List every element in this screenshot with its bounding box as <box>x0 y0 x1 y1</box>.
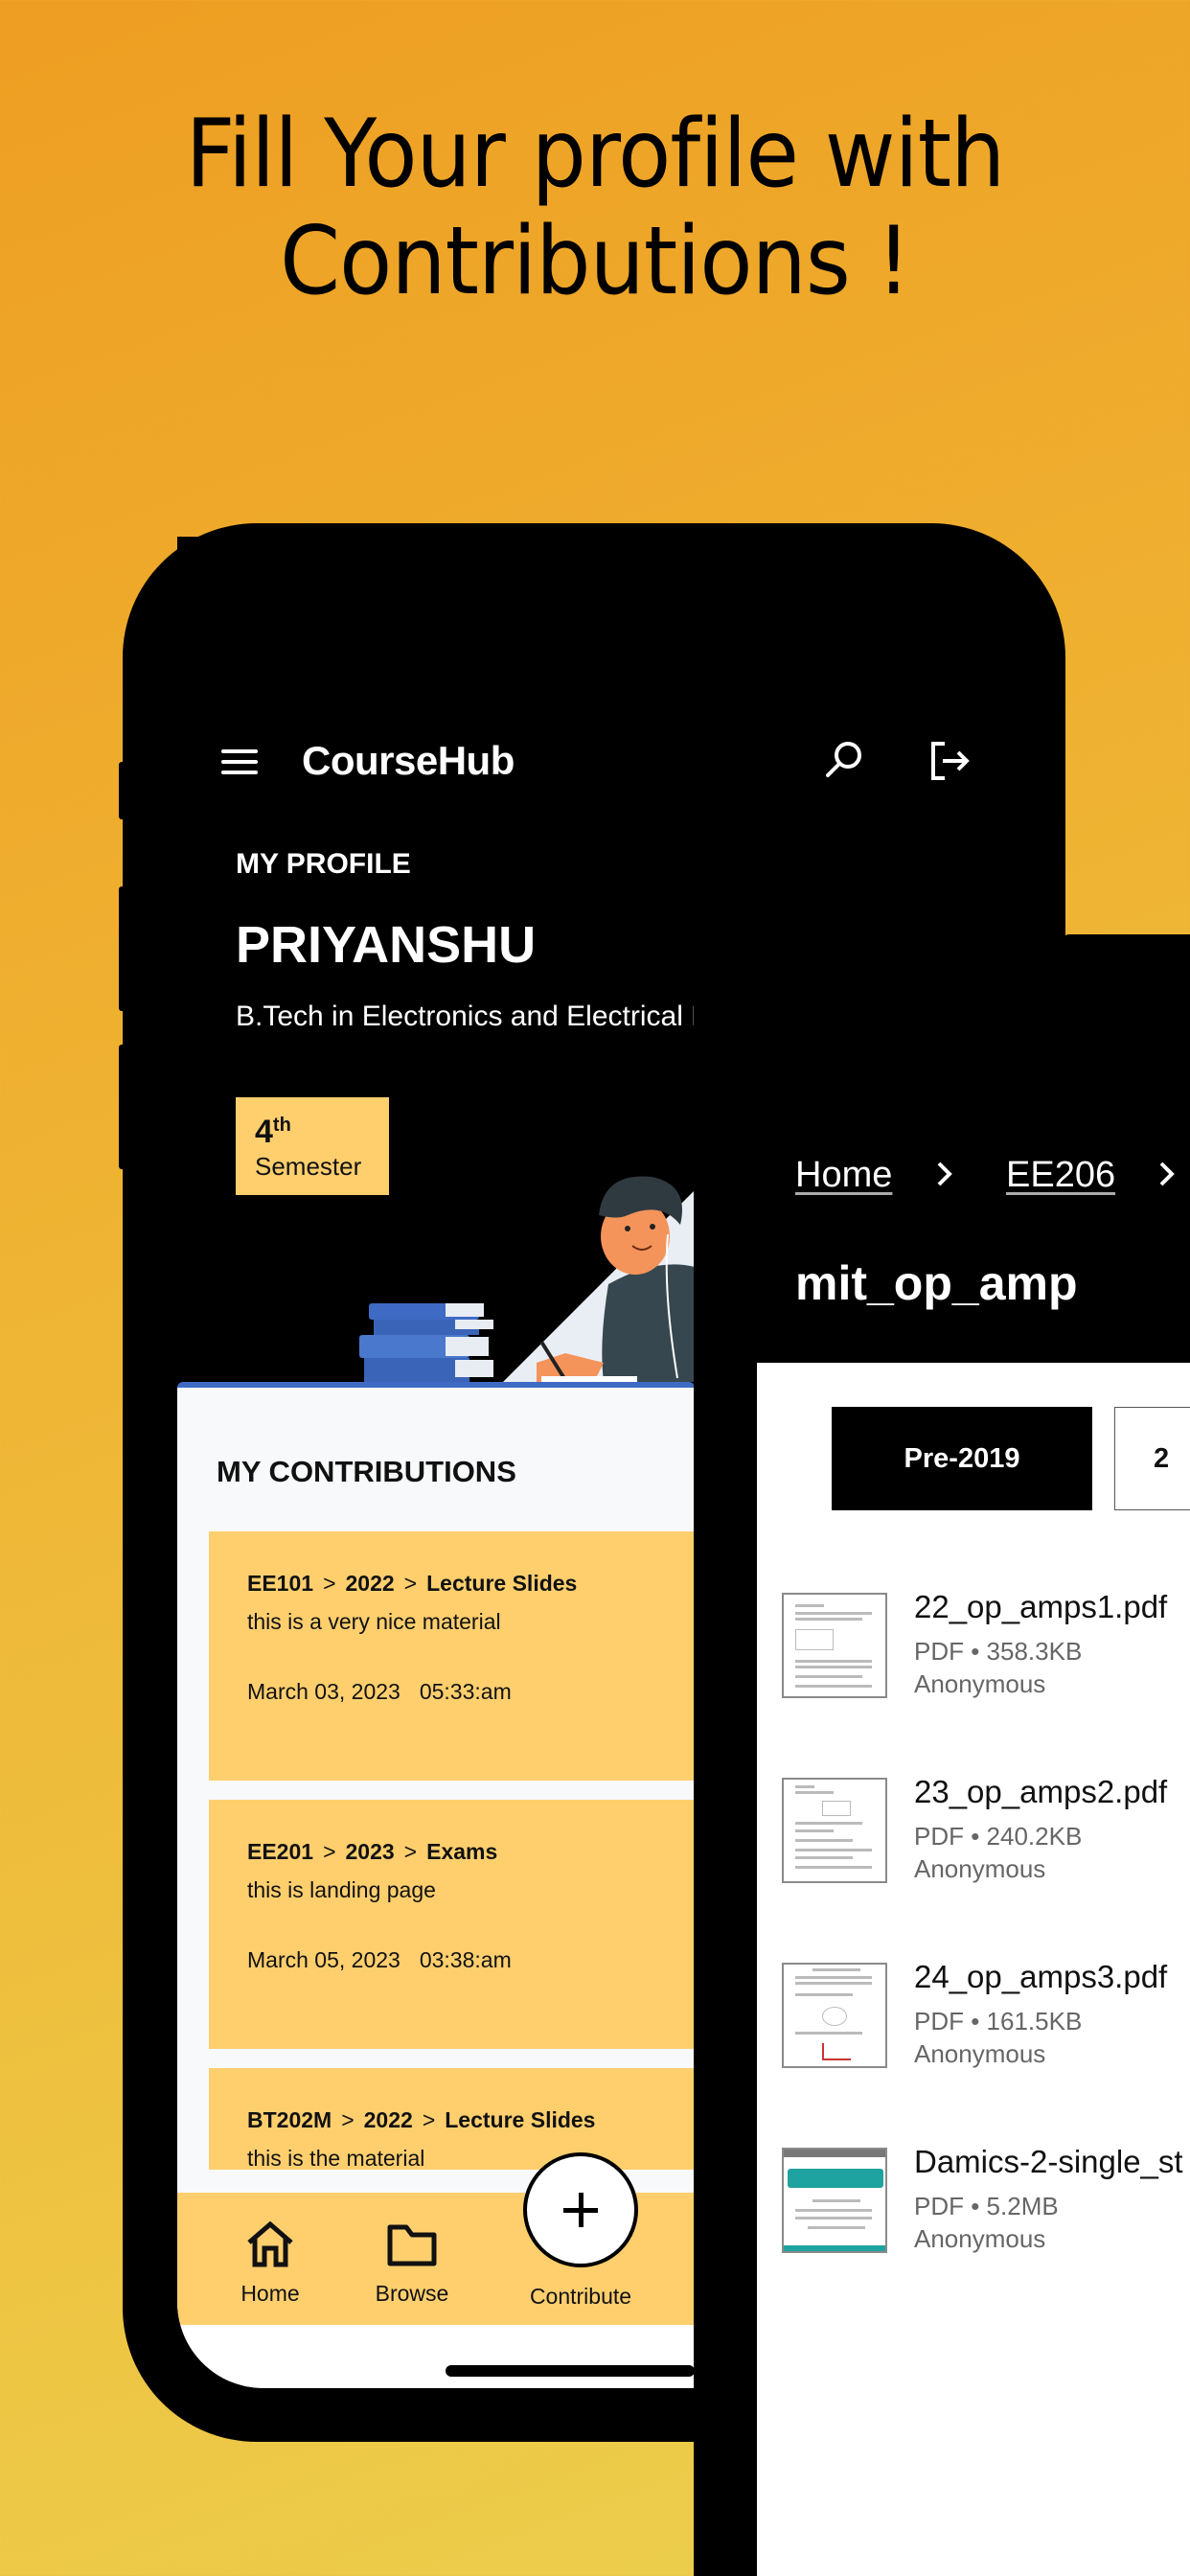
profile-label: MY PROFILE <box>236 848 411 880</box>
file-meta: PDF • 240.2KB <box>914 1822 1083 1851</box>
tab-pre-2019[interactable]: Pre-2019 <box>832 1407 1092 1510</box>
contribution-path: EE201 >2023 > Exams <box>247 1839 498 1864</box>
home-indicator-area <box>177 2325 695 2388</box>
file-meta: PDF • 5.2MB <box>914 2192 1059 2220</box>
contribution-card[interactable]: EE101 >2022 > Lecture Slides this is a very… <box>209 1531 695 1781</box>
chevron-right-icon <box>937 1162 952 1186</box>
file-owner: Anonymous <box>914 2224 1046 2253</box>
contribution-timestamp: March 03, 2023 05:33:am <box>247 1679 512 1704</box>
contribution-description: this is a very nice material <box>247 1609 501 1634</box>
pdf-thumbnail <box>782 1963 887 2068</box>
contribution-path: EE101 >2022 > Lecture Slides <box>247 1571 578 1596</box>
promo-headline: Fill Your profile with Contributions ! <box>48 101 1143 315</box>
profile-screen: CourseHub MY PROFILE PRIYANSHU B.Tech in… <box>177 537 695 2388</box>
contribution-timestamp: March 05, 2023 03:38:am <box>247 1947 512 1972</box>
phone-side-button <box>119 762 126 819</box>
profile-degree: B.Tech in Electronics and Electrical E <box>236 1000 695 1032</box>
file-owner: Anonymous <box>914 1854 1046 1883</box>
file-meta: PDF • 161.5KB <box>914 2007 1083 2036</box>
file-name: 23_op_amps2.pdf <box>914 1774 1168 1809</box>
paper <box>541 1376 637 1382</box>
chevron-right-icon <box>1159 1162 1175 1186</box>
file-name: 24_op_amps3.pdf <box>914 1959 1168 1994</box>
search-icon[interactable] <box>824 740 864 780</box>
student-illustration <box>177 1176 695 1390</box>
contribution-card[interactable]: EE201 >2023 > Exams this is landing page Ma… <box>209 1800 695 2049</box>
app-title: CourseHub <box>302 738 515 783</box>
home-indicator <box>446 2365 695 2377</box>
file-owner: Anonymous <box>914 1669 1046 1698</box>
headline-line-1: Fill Your profile with <box>185 100 1006 209</box>
tab-year[interactable]: 2 <box>1114 1407 1190 1510</box>
folder-icon <box>387 2224 437 2266</box>
profile-name: PRIYANSHU <box>236 916 537 974</box>
shirt <box>602 1264 695 1382</box>
nav-home-label: Home <box>240 2281 300 2306</box>
menu-icon[interactable] <box>221 749 258 774</box>
pdf-thumbnail <box>782 1593 887 1698</box>
contribution-path: BT202M >2022 > Lecture Slides <box>247 2107 596 2132</box>
contributions-title: MY CONTRIBUTIONS <box>217 1455 516 1488</box>
nav-contribute-label: Contribute <box>529 2284 632 2309</box>
pdf-thumbnail <box>782 1778 887 1883</box>
file-name: Damics-2-single_st <box>914 2144 1183 2179</box>
logout-icon[interactable] <box>929 742 972 780</box>
browse-screen: Pre-2019 2 22_op_amps1.pdf PDF • 358.3KB… <box>757 1363 1190 2576</box>
book <box>364 1358 469 1382</box>
nav-browse-label: Browse <box>375 2281 449 2306</box>
app-bar: CourseHub <box>177 728 695 795</box>
contribution-card[interactable]: BT202M >2022 > Lecture Slides this is the m… <box>209 2068 695 2170</box>
contribution-description: this is the material <box>247 2146 425 2170</box>
file-name: 22_op_amps1.pdf <box>914 1589 1168 1624</box>
contribute-button[interactable] <box>523 2152 638 2267</box>
phone-volume-down-button <box>119 1045 126 1169</box>
home-icon <box>247 2221 293 2267</box>
phone-frame-edge <box>1062 934 1190 946</box>
nav-home[interactable]: Home <box>227 2221 313 2307</box>
breadcrumb-course[interactable]: EE206 <box>1006 1155 1115 1196</box>
semester-number: 4th <box>255 1114 291 1150</box>
headline-line-2: Contributions ! <box>280 207 911 316</box>
nav-browse[interactable]: Browse <box>359 2221 465 2307</box>
folder-title: mit_op_amp <box>795 1256 1078 1310</box>
phone-volume-up-button <box>119 886 126 1011</box>
pdf-thumbnail <box>782 2148 887 2253</box>
contribution-description: this is landing page <box>247 1877 436 1902</box>
file-owner: Anonymous <box>914 2039 1046 2068</box>
file-meta: PDF • 358.3KB <box>914 1637 1083 1666</box>
breadcrumb-home[interactable]: Home <box>795 1155 892 1196</box>
